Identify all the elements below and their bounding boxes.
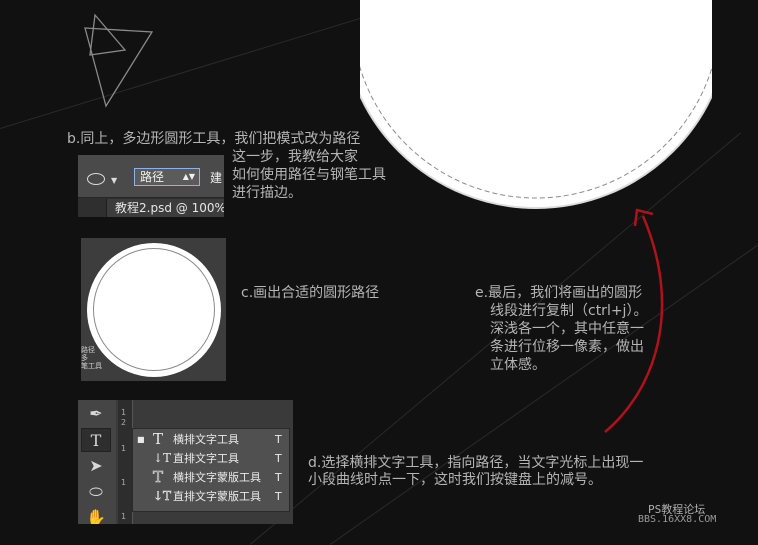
path-select-icon[interactable]: ➤ [81,454,111,478]
menu-item-label: 横排文字蒙版工具 [173,471,261,484]
menu-item-shortcut: T [275,452,282,465]
step-b-line: 如何使用路径与钢笔工具 [232,167,386,183]
circle-path-snippet: 路径 多 笔工具 [81,238,226,381]
menu-item-vertical-type[interactable]: ↓T 直排文字工具 T [133,449,289,468]
chevron-down-icon[interactable]: ▼ [111,176,117,185]
menu-item-shortcut: T [275,433,282,446]
ruler-tick: 1 [121,512,127,521]
menu-item-label: 直排文字蒙版工具 [173,490,261,503]
menu-item-label: 直排文字工具 [173,452,239,465]
circle-path [93,248,215,371]
triangle-logo-icon [84,13,154,108]
menu-item-label: 横排文字工具 [173,433,239,446]
active-dot-icon: ■ [137,435,145,444]
ruler-tick: 1 [121,444,127,453]
menu-item-vertical-type-mask[interactable]: ↓T 直排文字蒙版工具 T [133,487,289,506]
horizontal-type-mask-icon: T [153,468,164,487]
step-b-line: 进行描边。 [232,185,302,201]
panel-text-fragment: 路径 [81,346,95,354]
step-d-line: d.选择横排文字工具，指向路径，当文字光标上出现一 [308,455,644,471]
watermark-url: BBS.16XX8.COM [638,514,717,525]
mode-select[interactable]: 路径 ▲▼ [134,168,200,186]
type-tool-icon[interactable]: T [81,428,111,452]
menu-item-shortcut: T [275,471,282,484]
panel-text-fragment: 多 [81,354,88,362]
vertical-type-mask-icon: ↓T [153,489,172,504]
type-tool-menu-snippet: ✒ T ➤ ⬭ ✋ 1 2 1 1 1 ■ T 横排文字工具 T ↓T 直排文字… [78,400,293,524]
panel-text-fragment: 笔工具 [81,362,102,370]
ellipse-tool-icon[interactable]: ⬭ [81,480,111,504]
background-diagonal-line [330,222,758,545]
toolbar-label-fragment: 建 [210,171,223,185]
options-toolbar-snippet: ▼ 路径 ▲▼ 建 教程2.psd @ 100% [78,155,224,217]
ruler-tick: 1 [121,408,127,417]
background-diagonal-line [0,5,402,129]
tools-panel: ✒ T ➤ ⬭ ✋ [78,400,116,524]
ruler-tick: 1 [121,478,127,487]
ruler-tick: 2 [121,418,127,427]
select-arrows-icon: ▲▼ [182,172,195,181]
options-bar: ▼ 路径 ▲▼ 建 [78,155,224,198]
menu-item-horizontal-type[interactable]: ■ T 横排文字工具 T [133,430,289,449]
step-b-line: 这一步，我教给大家 [232,149,358,165]
vertical-type-icon: ↓T [153,451,172,465]
step-d-line: 小段曲线时点一下，这时我们按键盘上的减号。 [308,472,602,488]
document-tab[interactable]: 教程2.psd @ 100% [106,199,224,217]
mode-select-value: 路径 [140,170,165,184]
vertical-ruler: 1 2 1 1 1 [118,400,133,524]
step-c-text: c.画出合适的圆形路径 [241,285,380,301]
horizontal-type-icon: T [153,430,164,448]
step-e-line: 立体感。 [490,357,546,373]
hand-tool-icon[interactable]: ✋ [81,506,111,524]
step-b-heading: b.同上，多边形圆形工具，我们把模式改为路径 [67,131,361,147]
menu-item-shortcut: T [275,490,282,503]
ellipse-shape-icon[interactable] [87,173,105,185]
large-circle-shape [360,0,712,209]
menu-item-horizontal-type-mask[interactable]: T 横排文字蒙版工具 T [133,468,289,487]
pen-tool-icon[interactable]: ✒ [81,402,111,426]
red-curved-arrow-icon [604,208,664,433]
type-tool-flyout-menu: ■ T 横排文字工具 T ↓T 直排文字工具 T T 横排文字蒙版工具 T ↓T… [132,428,290,512]
